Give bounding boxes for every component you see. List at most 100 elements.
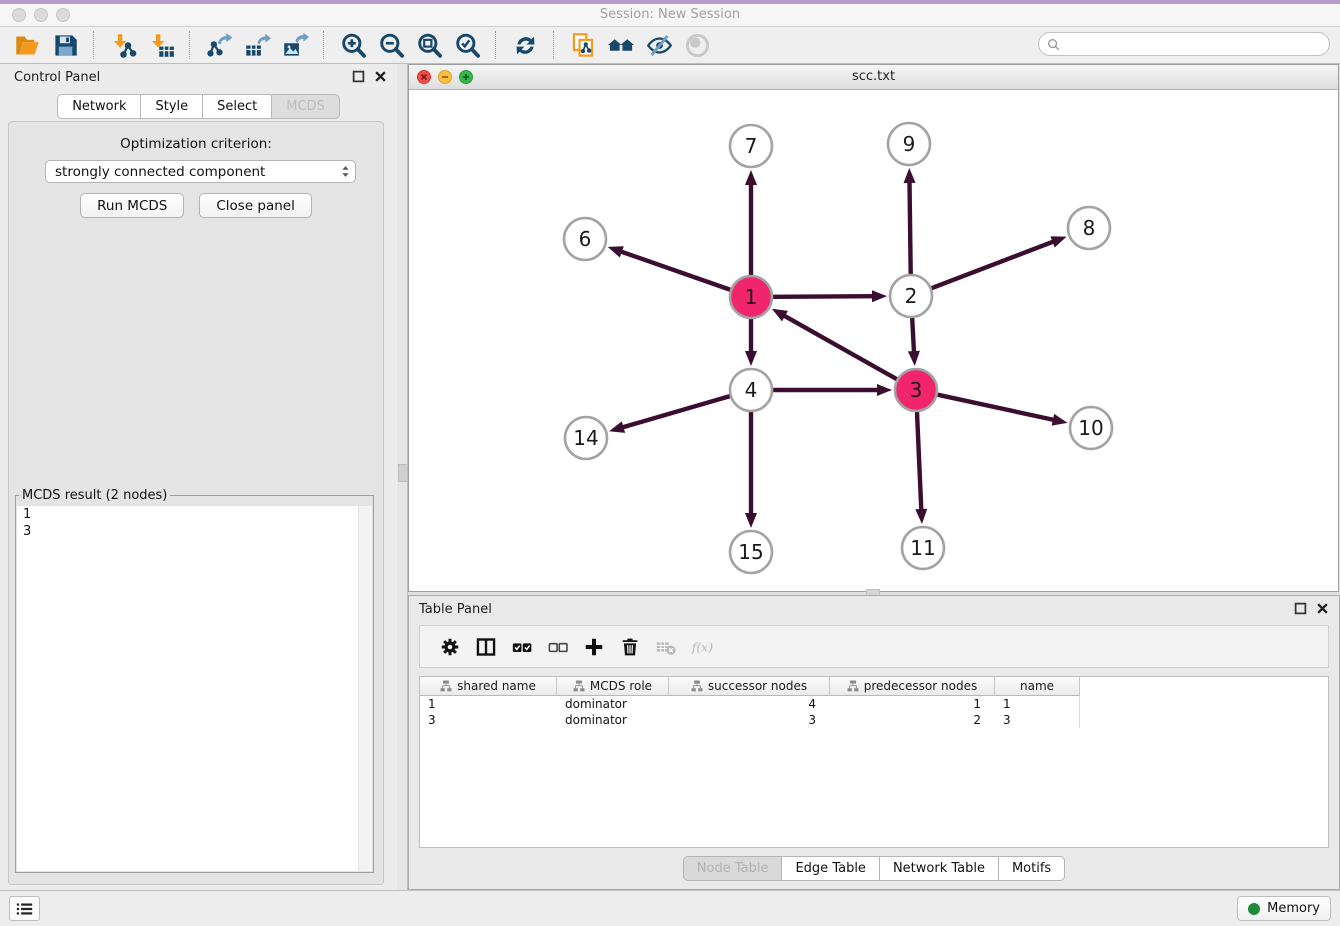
zoom-in-button[interactable]: [334, 29, 372, 61]
hide-panels-button[interactable]: [640, 29, 678, 61]
open-session-button[interactable]: [8, 29, 46, 61]
float-table-panel-icon[interactable]: [1294, 602, 1307, 615]
table-row[interactable]: 3dominator323: [420, 712, 1328, 728]
edge-4-14[interactable]: [622, 396, 730, 428]
edge-1-6[interactable]: [620, 251, 730, 290]
column-header-name[interactable]: name: [995, 677, 1080, 696]
edge-1-2[interactable]: [773, 296, 874, 297]
zoom-fit-button[interactable]: [410, 29, 448, 61]
table-cell[interactable]: 3: [995, 712, 1080, 728]
table-tab-node-table[interactable]: Node Table: [683, 856, 783, 881]
edge-2-8[interactable]: [932, 241, 1055, 288]
deselect-all-columns-button[interactable]: [540, 632, 576, 662]
tab-mcds[interactable]: MCDS: [271, 94, 340, 119]
mcds-result-title: MCDS result (2 nodes): [19, 488, 170, 503]
table-cell[interactable]: 1: [420, 696, 557, 712]
search-input[interactable]: [1065, 36, 1329, 53]
memory-label: Memory: [1267, 901, 1320, 916]
edge-3-10[interactable]: [937, 395, 1054, 420]
table-row[interactable]: 1dominator411: [420, 696, 1328, 712]
arrowhead-4-14: [609, 421, 625, 433]
node-label-9: 9: [903, 132, 916, 156]
result-scrollbar[interactable]: [358, 506, 372, 871]
column-header-MCDS-role[interactable]: MCDS role: [557, 677, 669, 696]
attribute-icon: [847, 680, 859, 692]
edge-3-1[interactable]: [783, 315, 897, 379]
search-box[interactable]: [1038, 32, 1330, 56]
edge-2-9[interactable]: [909, 181, 910, 274]
table-cell[interactable]: dominator: [557, 712, 669, 728]
tab-network[interactable]: Network: [57, 94, 141, 119]
close-panel-button[interactable]: Close panel: [199, 193, 312, 218]
delete-column-button[interactable]: [612, 632, 648, 662]
mcds-result-node: 3: [17, 523, 372, 540]
table-cell[interactable]: 2: [830, 712, 995, 728]
memory-button[interactable]: Memory: [1237, 896, 1331, 921]
arrowhead-3-11: [915, 509, 927, 524]
create-column-button[interactable]: [576, 632, 612, 662]
float-panel-icon[interactable]: [352, 70, 365, 83]
export-table-icon: [244, 32, 271, 59]
export-image-button[interactable]: [276, 29, 314, 61]
optimization-criterion-label: Optimization criterion:: [9, 136, 383, 152]
delete-table-icon: [655, 636, 677, 658]
table-cell[interactable]: 1: [995, 696, 1080, 712]
toolbar-separator: [495, 31, 497, 59]
clone-network-button[interactable]: [564, 29, 602, 61]
node-label-15: 15: [738, 540, 763, 564]
table-cell[interactable]: 3: [420, 712, 557, 728]
table-options-button[interactable]: [432, 632, 468, 662]
search-icon: [1047, 38, 1060, 51]
splitter-grip[interactable]: [398, 464, 408, 482]
zoom-out-button[interactable]: [372, 29, 410, 61]
apply-layout-button[interactable]: [506, 29, 544, 61]
edge-2-3[interactable]: [912, 318, 914, 353]
home-button[interactable]: [602, 29, 640, 61]
table-tab-motifs[interactable]: Motifs: [998, 856, 1065, 881]
split-columns-icon: [475, 636, 497, 658]
gear-icon: [439, 636, 461, 658]
export-table-button[interactable]: [238, 29, 276, 61]
attribute-icon: [440, 680, 452, 692]
column-label: MCDS role: [590, 679, 652, 693]
deselect-all-icon: [547, 636, 569, 658]
network-window-titlebar[interactable]: scc.txt: [409, 65, 1338, 90]
column-header-successor-nodes[interactable]: successor nodes: [669, 677, 830, 696]
criterion-dropdown[interactable]: strongly connected component: [45, 160, 356, 183]
close-panel-icon[interactable]: [374, 70, 387, 83]
edge-3-11[interactable]: [917, 412, 921, 511]
show-columns-button[interactable]: [468, 632, 504, 662]
table-cell[interactable]: 1: [830, 696, 995, 712]
table-tab-network-table[interactable]: Network Table: [879, 856, 999, 881]
zoom-selected-button[interactable]: [448, 29, 486, 61]
zoom-fit-icon: [416, 32, 443, 59]
table-cell[interactable]: dominator: [557, 696, 669, 712]
refresh-layout-icon: [512, 32, 539, 59]
select-all-columns-button[interactable]: [504, 632, 540, 662]
panel-splitter[interactable]: [397, 64, 408, 890]
node-label-4: 4: [745, 378, 758, 402]
import-table-button[interactable]: [142, 29, 180, 61]
column-header-shared-name[interactable]: shared name: [420, 677, 557, 696]
run-mcds-button[interactable]: Run MCDS: [80, 193, 184, 218]
network-graph: 7968124314101511: [409, 90, 1338, 591]
close-table-panel-icon[interactable]: [1316, 602, 1329, 615]
export-network-button[interactable]: [200, 29, 238, 61]
node-label-2: 2: [905, 284, 918, 308]
tab-select[interactable]: Select: [202, 94, 272, 119]
mcds-result-list[interactable]: 13: [17, 506, 372, 871]
network-canvas[interactable]: 7968124314101511: [409, 90, 1338, 591]
table-tab-edge-table[interactable]: Edge Table: [781, 856, 879, 881]
hide-panels-icon: [646, 32, 673, 59]
fx-icon: f(x): [691, 636, 713, 658]
table-cell[interactable]: 4: [669, 696, 830, 712]
task-history-button[interactable]: [9, 896, 40, 921]
save-session-button[interactable]: [46, 29, 84, 61]
tab-style[interactable]: Style: [140, 94, 203, 119]
column-header-predecessor-nodes[interactable]: predecessor nodes: [830, 677, 995, 696]
delete-table-button: [648, 632, 684, 662]
window-titlebar: Session: New Session: [0, 4, 1340, 27]
table-cell[interactable]: 3: [669, 712, 830, 728]
import-network-button[interactable]: [104, 29, 142, 61]
column-label: shared name: [457, 679, 536, 693]
